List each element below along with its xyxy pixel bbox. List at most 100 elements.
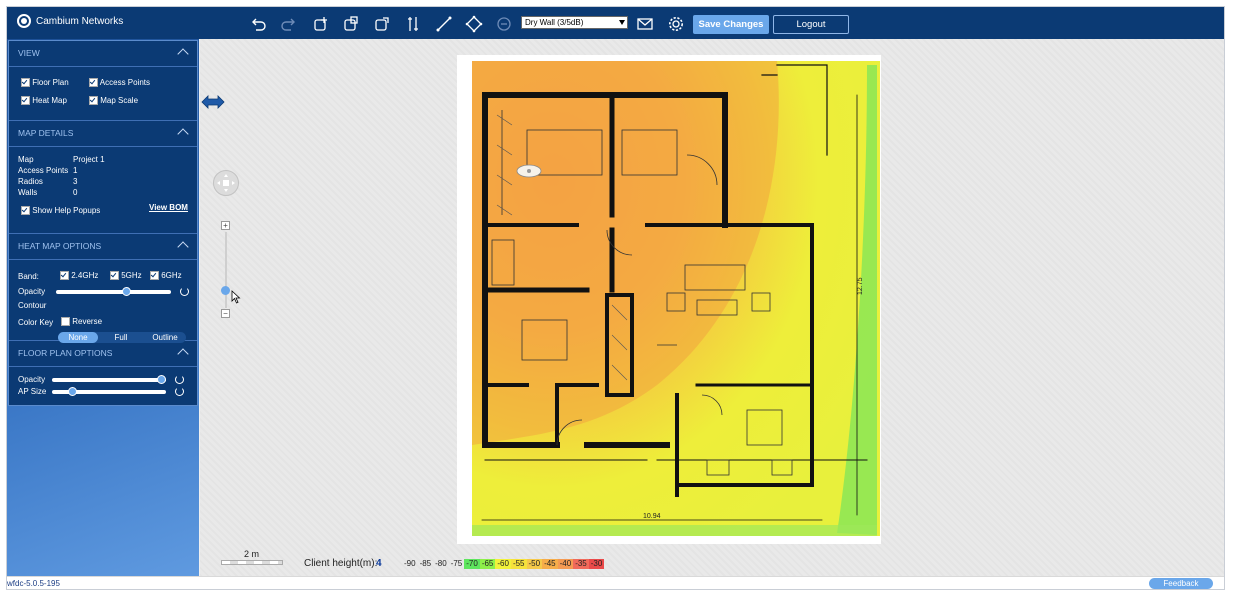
ap-size-slider[interactable] — [52, 387, 166, 396]
add-ap-icon[interactable] — [312, 15, 330, 33]
sidebar: VIEW Floor Plan Access Points Heat Map M… — [7, 39, 199, 576]
section-header-heat-map-options[interactable]: HEAT MAP OPTIONS — [9, 234, 197, 260]
section-header-floor-plan-options[interactable]: FLOOR PLAN OPTIONS — [9, 341, 197, 367]
checkbox[interactable] — [110, 271, 119, 281]
mouse-cursor-icon — [231, 290, 241, 306]
legend-item: -80 — [435, 559, 447, 568]
slider-knob[interactable] — [157, 375, 166, 384]
edit-wall-icon[interactable] — [465, 15, 483, 33]
delete-icon[interactable] — [495, 15, 513, 33]
section-header-view[interactable]: VIEW — [9, 41, 197, 67]
reverse-toggle[interactable]: Reverse — [61, 317, 103, 327]
section-title: HEAT MAP OPTIONS — [18, 241, 102, 251]
checkbox[interactable] — [21, 78, 30, 88]
copy-ap-icon[interactable] — [342, 15, 360, 33]
map-scale-bar — [221, 560, 283, 565]
floor-plan-toggle[interactable]: Floor Plan — [21, 78, 69, 88]
colour-key-label: Color Key — [18, 318, 54, 327]
reset-icon[interactable] — [180, 287, 189, 296]
feedback-button[interactable]: Feedback — [1149, 578, 1213, 589]
logout-button[interactable]: Logout — [773, 15, 849, 34]
access-points-toggle[interactable]: Access Points — [89, 78, 151, 88]
draw-wall-icon[interactable] — [435, 15, 453, 33]
measure-icon[interactable] — [404, 15, 422, 33]
brand-logo[interactable]: Cambium Networks — [17, 14, 123, 28]
redo-icon[interactable] — [280, 15, 298, 33]
detail-label: Walls — [18, 188, 38, 197]
band-5ghz-toggle[interactable]: 5GHz — [110, 271, 142, 281]
section-title: VIEW — [18, 48, 40, 58]
section-header-map-details[interactable]: MAP DETAILS — [9, 121, 197, 147]
heat-map-label: Heat Map — [32, 96, 67, 105]
section-title: FLOOR PLAN OPTIONS — [18, 348, 113, 358]
pan-control-icon[interactable] — [213, 170, 239, 196]
map-scale-toggle[interactable]: Map Scale — [89, 96, 139, 106]
legend-item: -40 — [557, 559, 574, 569]
dimension-width: 10.94 — [643, 513, 661, 520]
reverse-label: Reverse — [72, 317, 103, 326]
legend-item: -45 — [542, 559, 558, 569]
detail-value: Project 1 — [73, 155, 105, 164]
help-popups-label: Show Help Popups — [32, 206, 101, 215]
zoom-in-button[interactable]: + — [221, 221, 230, 230]
legend-item: -70 — [464, 559, 480, 569]
gear-icon[interactable] — [667, 15, 685, 33]
app-window: Cambium Networks Dry Wall (3/5dB) Save C… — [6, 6, 1225, 590]
undo-icon[interactable] — [249, 15, 267, 33]
move-ap-icon[interactable] — [373, 15, 391, 33]
checkbox[interactable] — [60, 271, 69, 281]
band-2-4ghz-toggle[interactable]: 2.4GHz — [60, 271, 99, 281]
detail-label: Map — [18, 155, 34, 164]
checkbox[interactable] — [89, 78, 98, 88]
floor-plan-label: Floor Plan — [32, 78, 69, 87]
floor-opacity-slider[interactable] — [52, 375, 166, 384]
band-label: Band: — [18, 272, 39, 281]
reset-icon[interactable] — [175, 387, 184, 396]
chevron-up-icon — [177, 348, 189, 360]
checkbox[interactable] — [21, 206, 30, 216]
band-6ghz-toggle[interactable]: 6GHz — [150, 271, 182, 281]
dimension-height: 12.75 — [857, 277, 864, 295]
access-points-label: Access Points — [99, 78, 151, 87]
ap-size-label: AP Size — [18, 387, 47, 396]
client-height-value[interactable]: 4 — [376, 558, 382, 569]
top-bar: Cambium Networks Dry Wall (3/5dB) Save C… — [7, 7, 1224, 39]
slider-knob[interactable] — [67, 387, 77, 396]
heat-opacity-slider[interactable] — [56, 287, 171, 296]
checkbox[interactable] — [61, 317, 70, 327]
view-bom-link[interactable]: View BOM — [149, 203, 188, 212]
checkbox[interactable] — [89, 96, 98, 106]
chevron-up-icon — [177, 48, 189, 60]
chevron-up-icon — [177, 241, 189, 253]
checkbox[interactable] — [21, 96, 30, 106]
legend-item: -60 — [495, 559, 511, 569]
wall-type-select[interactable]: Dry Wall (3/5dB) — [521, 16, 628, 29]
detail-label: Access Points — [18, 166, 69, 175]
zoom-slider[interactable] — [225, 232, 227, 308]
band-label-2-4ghz: 2.4GHz — [71, 271, 99, 280]
map-canvas[interactable]: + − 12.75 10.94 2 m Client height(m): 4 … — [200, 39, 1224, 576]
legend-item: -85 — [419, 559, 432, 568]
checkbox[interactable] — [150, 271, 159, 281]
map-scale-label: Map Scale — [100, 96, 139, 105]
view-section: Floor Plan Access Points Heat Map Map Sc… — [9, 67, 197, 121]
chevron-up-icon — [177, 128, 189, 140]
floor-plan-image[interactable]: 12.75 10.94 — [457, 55, 881, 544]
floor-plan-options-section: Opacity AP Size — [9, 367, 197, 405]
map-scale-label: 2 m — [244, 549, 260, 559]
band-label-6ghz: 6GHz — [161, 271, 182, 280]
floor-opacity-label: Opacity — [18, 375, 46, 384]
toggle-sidebar-icon[interactable] — [201, 95, 225, 109]
email-icon[interactable] — [636, 15, 654, 33]
footer: wfdc-5.0.5-195 Feedback — [7, 576, 1224, 589]
detail-value: 1 — [73, 166, 78, 175]
save-changes-button[interactable]: Save Changes — [693, 15, 769, 34]
reset-icon[interactable] — [175, 375, 184, 384]
zoom-out-button[interactable]: − — [221, 309, 230, 318]
version-label: wfdc-5.0.5-195 — [7, 579, 60, 588]
help-popups-toggle[interactable]: Show Help Popups — [21, 206, 101, 216]
heat-map-options-section: Band: 2.4GHz 5GHz 6GHz Opacity Contour N… — [9, 260, 197, 343]
slider-knob[interactable] — [121, 287, 131, 296]
heat-map-toggle[interactable]: Heat Map — [21, 96, 67, 106]
zoom-knob[interactable] — [221, 286, 230, 295]
